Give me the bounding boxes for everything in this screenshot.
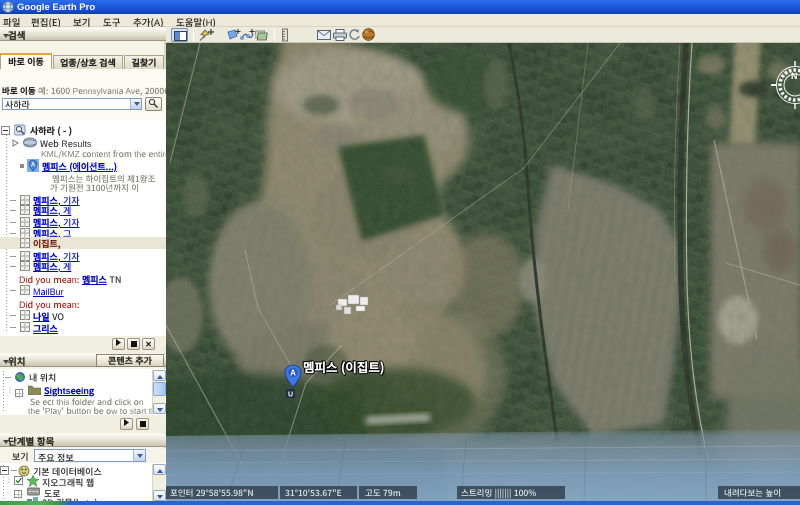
svg-text:N: N — [791, 71, 798, 81]
svg-text:A: A — [31, 163, 36, 169]
svg-text:A: A — [290, 369, 296, 378]
svg-text:U: U — [288, 392, 293, 399]
